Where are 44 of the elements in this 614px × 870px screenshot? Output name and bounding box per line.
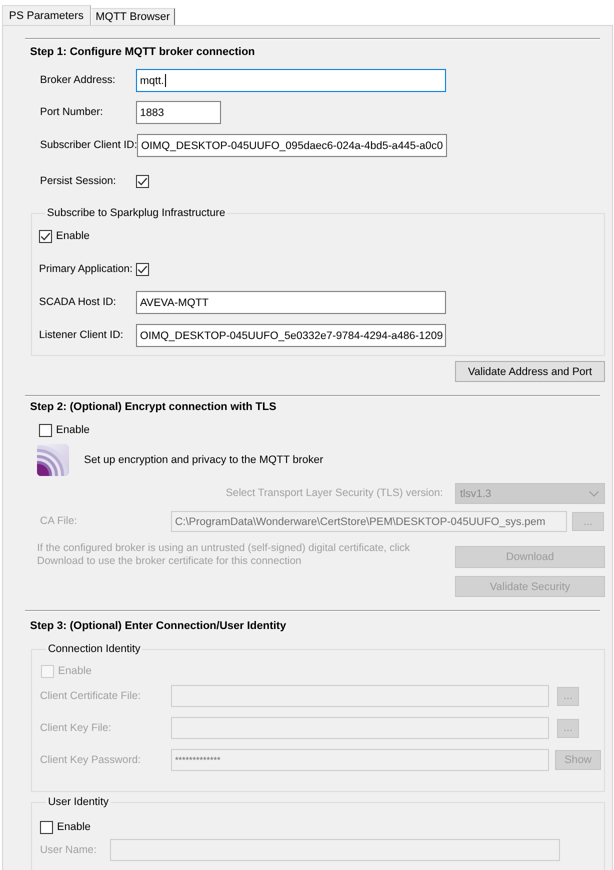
step-heading: Step 3: (Optional) Enter Connection/User Identity xyxy=(30,619,286,633)
checkbox[interactable] xyxy=(40,820,53,834)
field-label: SCADA Host ID: xyxy=(39,296,116,309)
group-title: Subscribe to Sparkplug Infrastructure xyxy=(46,207,226,220)
text-field[interactable]: OIMQ_DESKTOP-045UUFO_095daec6-024a-4bd5-a445-a0c0 xyxy=(137,134,448,157)
checkbox-label: Enable xyxy=(56,424,90,436)
tab[interactable]: PS Parameters xyxy=(2,5,91,25)
text-field[interactable] xyxy=(171,717,549,739)
checkbox-label: Enable xyxy=(57,821,91,833)
checkbox[interactable] xyxy=(136,263,149,276)
field-label: Client Key File: xyxy=(40,722,112,734)
text-cursor xyxy=(165,74,166,87)
checkbox-label: Enable xyxy=(58,665,92,677)
info-text: If the configured broker is using an untrusted (self-signed) digital certificate, click Download to use the broker certificate for this connection xyxy=(37,542,411,568)
tab[interactable]: MQTT Browser xyxy=(90,8,175,25)
concentric-arcs-icon xyxy=(37,444,69,476)
chevron-down-icon xyxy=(589,490,599,496)
validate-button[interactable]: Validate Address and Port xyxy=(455,361,605,382)
text-field[interactable]: 1883 xyxy=(136,101,221,124)
field-label: Listener Client ID: xyxy=(39,329,124,342)
step-heading: Step 1: Configure MQTT broker connection xyxy=(30,45,255,59)
step-heading: Step 2: (Optional) Encrypt connection with TLS xyxy=(30,400,276,414)
checkbox[interactable] xyxy=(39,424,52,436)
group-title: User Identity xyxy=(47,796,110,809)
field-label: Persist Session: xyxy=(40,175,116,188)
text-field[interactable]: AVEVA-MQTT xyxy=(136,291,446,314)
field-label: Client Certificate File: xyxy=(40,690,141,702)
group-title: Connection Identity xyxy=(47,643,142,656)
description-text: Set up encryption and privacy to the MQTT broker xyxy=(84,454,324,466)
field-label: User Name: xyxy=(40,844,97,856)
text-field[interactable] xyxy=(171,685,549,707)
field-label: Select Transport Layer Security (TLS) version: xyxy=(226,487,443,500)
field-label: Port Number: xyxy=(40,106,103,119)
field-label: Subscriber Client ID: xyxy=(40,139,138,152)
field-label: Broker Address: xyxy=(40,74,116,87)
text-field[interactable]: OIMQ_DESKTOP-045UUFO_5e0332e7-9784-4294-a486-1209 xyxy=(136,324,446,347)
field-label: Primary Application: xyxy=(39,263,133,276)
field-label: Client Key Password: xyxy=(40,754,141,766)
text-field[interactable]: mqtt. xyxy=(136,69,446,92)
field-label: CA File: xyxy=(40,515,78,528)
text-field[interactable] xyxy=(110,839,560,861)
checkbox[interactable] xyxy=(136,175,149,188)
checkbox-label: Enable xyxy=(56,230,90,242)
checkbox[interactable] xyxy=(39,230,52,242)
